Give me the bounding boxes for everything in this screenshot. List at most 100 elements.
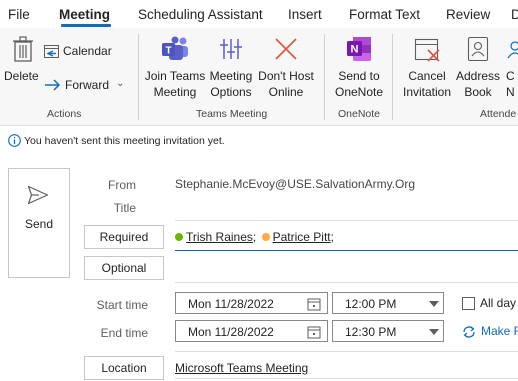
end-time-value: 12:30 PM (345, 325, 397, 339)
calendar-icon[interactable] (307, 325, 321, 339)
required-recipients-input[interactable]: Trish Raines; Patrice Pitt; (175, 230, 334, 244)
required-button[interactable]: Required (84, 225, 164, 249)
delete-label: Delete (4, 69, 39, 83)
meeting-options-label-1: Meeting (209, 69, 253, 83)
group-label-attendees: Attende (480, 108, 517, 120)
check-names-label-1: C (506, 69, 515, 83)
join-teams-meeting-button[interactable]: T Join Teams Meeting (144, 36, 206, 100)
send-to-onenote-button[interactable]: N Send to OneNote (330, 36, 388, 100)
check-names-label-2: N (506, 85, 515, 99)
start-time-label: Start time (96, 298, 148, 312)
make-recurring-label: Make R (481, 324, 518, 338)
send-onenote-label-2: OneNote (334, 85, 384, 99)
start-date-value: Mon 11/28/2022 (188, 297, 274, 311)
tab-insert[interactable]: Insert (288, 7, 322, 22)
start-time-dropdown[interactable]: 12:00 PM (332, 292, 444, 314)
cancel-label-1: Cancel (408, 69, 446, 83)
group-label-teams-meeting: Teams Meeting (196, 108, 268, 120)
calendar-cancel-icon (414, 38, 440, 62)
start-date-picker[interactable]: Mon 11/28/2022 (175, 292, 328, 314)
sliders-icon (220, 39, 242, 59)
tab-review[interactable]: Review (446, 7, 490, 22)
attendee-trish-raines[interactable]: Trish Raines (186, 230, 253, 244)
calendar-icon[interactable] (307, 297, 321, 311)
title-label: Title (113, 201, 136, 215)
from-label: From (108, 178, 136, 192)
attendee-patrice-pitt[interactable]: Patrice Pitt (273, 230, 331, 244)
section-divider (175, 351, 518, 352)
dont-host-label-1: Don't Host (258, 69, 314, 83)
person-icon (507, 41, 518, 59)
cancel-invitation-button[interactable]: Cancel Invitation (398, 36, 456, 100)
chevron-down-icon[interactable]: ⌄ (116, 76, 124, 92)
location-value[interactable]: Microsoft Teams Meeting (175, 361, 308, 375)
group-divider (324, 34, 325, 120)
x-mark-icon (275, 38, 297, 60)
dropdown-arrow-icon (429, 301, 439, 307)
end-date-value: Mon 11/28/2022 (188, 325, 274, 339)
address-book-button[interactable]: Address Book (456, 36, 500, 100)
checkbox-box[interactable] (462, 297, 475, 310)
teams-icon: T (162, 36, 188, 60)
group-label-onenote: OneNote (338, 108, 381, 120)
all-day-checkbox[interactable]: All day (462, 296, 518, 311)
calendar-label: Calendar (63, 44, 112, 58)
presence-available-icon (175, 233, 183, 241)
send-onenote-label-1: Send to (338, 69, 380, 83)
end-time-dropdown[interactable]: 12:30 PM (332, 320, 444, 342)
svg-text:N: N (351, 44, 359, 56)
send-button[interactable]: Send (8, 168, 70, 278)
recipient-separator: ; (330, 230, 334, 244)
title-input[interactable] (175, 198, 518, 220)
optional-button[interactable]: Optional (84, 256, 164, 280)
cancel-label-2: Invitation (402, 85, 452, 99)
address-book-label-2: Book (464, 85, 492, 99)
forward-arrow-icon (45, 79, 61, 91)
forward-button[interactable]: Forward ⌄ (44, 77, 126, 95)
tab-format-text[interactable]: Format Text (349, 7, 420, 22)
delete-button[interactable]: Delete (4, 36, 40, 96)
required-field-underline (175, 250, 518, 251)
tab-file[interactable]: File (8, 7, 30, 22)
info-icon (8, 134, 21, 147)
end-date-picker[interactable]: Mon 11/28/2022 (175, 320, 328, 342)
ribbon-tab-bar: File Meeting Scheduling Assistant Insert… (0, 0, 518, 28)
info-bar: You haven't sent this meeting invitation… (0, 126, 518, 156)
check-names-button[interactable]: C N (504, 36, 518, 100)
meeting-options-button[interactable]: Meeting Options (206, 36, 256, 100)
make-recurring-button[interactable]: Make R (462, 324, 518, 340)
address-book-label-1: Address (456, 69, 501, 83)
trash-icon (13, 36, 33, 62)
dont-host-label-2: Online (268, 85, 304, 99)
dont-host-online-button[interactable]: Don't Host Online (256, 36, 316, 100)
onenote-icon: N (347, 37, 371, 61)
info-message: You haven't sent this meeting invitation… (24, 135, 225, 147)
location-field-underline (175, 378, 518, 379)
start-time-value: 12:00 PM (345, 297, 397, 311)
group-divider (392, 34, 393, 120)
optional-field-underline (175, 282, 518, 283)
meeting-options-label-2: Options (210, 85, 252, 99)
all-day-label: All day (480, 296, 517, 310)
dropdown-arrow-icon (429, 329, 439, 335)
svg-text:T: T (165, 46, 171, 57)
tab-scheduling-assistant[interactable]: Scheduling Assistant (138, 7, 263, 22)
group-divider (138, 34, 139, 120)
presence-away-icon (261, 233, 270, 241)
title-field-underline (175, 220, 518, 221)
location-button[interactable]: Location (84, 356, 164, 380)
end-time-label: End time (100, 326, 148, 340)
address-book-icon (467, 36, 489, 62)
from-value[interactable]: Stephanie.McEvoy@USE.SalvationArmy.Org (175, 177, 415, 191)
active-tab-indicator (61, 24, 111, 27)
tab-meeting[interactable]: Meeting (59, 7, 110, 22)
tab-draw[interactable]: D (511, 7, 518, 22)
send-label: Send (24, 217, 54, 231)
optional-recipients-input[interactable] (175, 258, 518, 282)
join-teams-label-1: Join Teams (144, 69, 206, 83)
forward-label: Forward (65, 78, 110, 92)
recipient-separator: ; (252, 230, 257, 244)
calendar-icon (44, 45, 59, 58)
join-teams-label-2: Meeting (153, 85, 197, 99)
group-label-actions: Actions (47, 108, 82, 120)
